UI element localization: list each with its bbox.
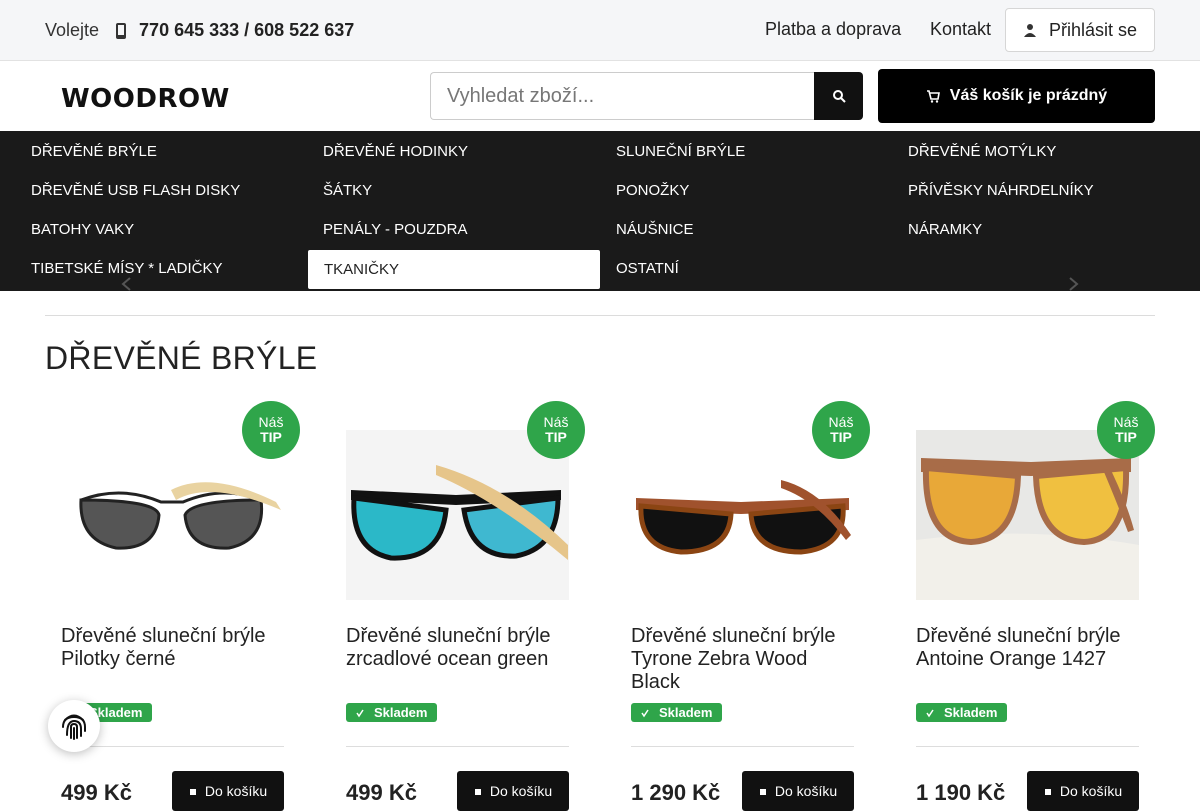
separator	[631, 746, 854, 747]
product-name[interactable]: Dřevěné sluneční brýle Antoine Orange 14…	[916, 625, 1146, 671]
cart-icon	[189, 789, 196, 795]
top-bar: Volejte 770 645 333 / 608 522 637 Platba…	[0, 0, 1200, 61]
category-item[interactable]: PŘÍVĚSKY NÁHRDELNÍKY	[877, 171, 1169, 210]
product-card: Náš TIP Dřevěné sluneční brýle zrcadlové …	[330, 400, 585, 811]
add-to-cart-button[interactable]: Do košíku	[1027, 771, 1139, 811]
product-image[interactable]	[631, 430, 854, 600]
product-image[interactable]	[916, 430, 1139, 600]
product-price: 499 Kč	[61, 780, 132, 805]
cart-icon	[1044, 789, 1051, 795]
category-item[interactable]: BATOHY VAKY	[0, 210, 292, 249]
category-nav: DŘEVĚNÉ BRÝLE DŘEVĚNÉ HODINKY SLUNEČNÍ B…	[0, 131, 1200, 291]
product-name[interactable]: Dřevěné sluneční brýle zrcadlové ocean g…	[346, 625, 576, 671]
category-item[interactable]: OSTATNÍ	[585, 249, 877, 288]
cart-icon	[926, 90, 940, 103]
check-icon	[641, 709, 649, 717]
product-price: 499 Kč	[346, 780, 417, 805]
search-icon	[832, 90, 846, 103]
tip-badge: Náš TIP	[527, 401, 585, 459]
product-image[interactable]	[61, 430, 284, 600]
cart-button[interactable]: Váš košík je prázdný	[878, 69, 1155, 123]
category-item[interactable]: DŘEVĚNÉ MOTÝLKY	[877, 132, 1169, 171]
tip-badge: Náš TIP	[812, 401, 870, 459]
cart-icon	[759, 789, 766, 795]
phone-number[interactable]: 770 645 333 / 608 522 637	[139, 20, 354, 41]
logo[interactable]: WOODROW	[61, 84, 230, 114]
product-name[interactable]: Dřevěné sluneční brýle Pilotky černé	[61, 625, 291, 671]
search-input[interactable]	[430, 72, 815, 120]
category-item[interactable]: DŘEVĚNÉ USB FLASH DISKY	[0, 171, 292, 210]
cart-label: Váš košík je prázdný	[949, 87, 1108, 104]
separator	[346, 746, 569, 747]
product-price: 1 290 Kč	[631, 780, 721, 805]
payment-shipping-link[interactable]: Platba a doprava	[765, 19, 901, 40]
product-image[interactable]	[346, 430, 569, 600]
user-icon	[1023, 24, 1036, 37]
separator	[916, 746, 1139, 747]
separator	[61, 746, 284, 747]
call-info: Volejte 770 645 333 / 608 522 637	[45, 20, 354, 41]
chevron-right-icon[interactable]	[1066, 277, 1080, 291]
category-item[interactable]: PENÁLY - POUZDRA	[292, 210, 584, 249]
chevron-left-icon[interactable]	[120, 277, 134, 291]
call-label: Volejte	[45, 20, 100, 40]
login-button[interactable]: Přihlásit se	[1005, 8, 1155, 52]
category-item-active[interactable]: TKANIČKY	[308, 250, 600, 289]
stock-badge: Skladem	[916, 703, 1008, 722]
category-item[interactable]: NÁRAMKY	[877, 210, 1169, 249]
category-item[interactable]: SLUNEČNÍ BRÝLE	[585, 132, 877, 171]
product-price: 1 190 Kč	[916, 780, 1006, 805]
contact-link[interactable]: Kontakt	[930, 19, 991, 40]
category-item[interactable]: NÁUŠNICE	[585, 210, 877, 249]
check-icon	[356, 709, 364, 717]
product-card: Náš TIP Dřevěné sluneční brýle Tyrone Zeb…	[615, 400, 870, 811]
phone-icon	[116, 22, 127, 39]
cart-icon	[474, 789, 481, 795]
product-name[interactable]: Dřevěné sluneční brýle Tyrone Zebra Wood…	[631, 625, 861, 694]
category-item[interactable]: DŘEVĚNÉ HODINKY	[292, 132, 584, 171]
category-item[interactable]: TIBETSKÉ MÍSY * LADIČKY	[0, 249, 292, 288]
privacy-settings-button[interactable]	[48, 700, 100, 752]
add-to-cart-button[interactable]: Do košíku	[457, 771, 569, 811]
tip-badge: Náš TIP	[1097, 401, 1155, 459]
check-icon	[926, 709, 934, 717]
tip-badge: Náš TIP	[242, 401, 300, 459]
fingerprint-icon	[62, 714, 86, 740]
category-item[interactable]: ŠÁTKY	[292, 171, 584, 210]
page-title: DŘEVĚNÉ BRÝLE	[45, 340, 318, 376]
add-to-cart-button[interactable]: Do košíku	[172, 771, 284, 811]
category-item[interactable]: PONOŽKY	[585, 171, 877, 210]
stock-badge: Skladem	[346, 703, 438, 722]
stock-badge: Skladem	[631, 703, 723, 722]
login-label: Přihlásit se	[1048, 19, 1138, 40]
product-card: Náš TIP Dřevěné sluneční brýle Antoine Or…	[900, 400, 1155, 811]
category-item[interactable]: DŘEVĚNÉ BRÝLE	[0, 132, 292, 171]
search-button[interactable]	[814, 72, 863, 120]
divider	[45, 315, 1155, 316]
add-to-cart-button[interactable]: Do košíku	[742, 771, 854, 811]
